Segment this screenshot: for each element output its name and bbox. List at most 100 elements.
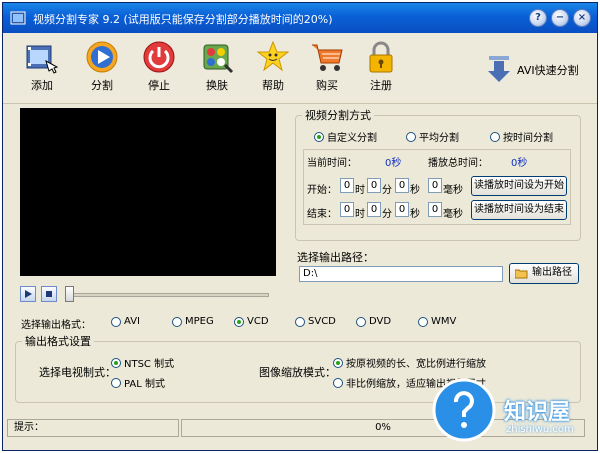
end-minute-input[interactable]: 0 xyxy=(367,202,381,217)
radio-tv-ntsc[interactable]: NTSC 制式 xyxy=(111,355,174,370)
seek-track[interactable] xyxy=(67,293,269,297)
skin-button[interactable]: 换肤 xyxy=(192,39,242,99)
shopping-cart-icon xyxy=(312,44,343,71)
end-ms-input[interactable]: 0 xyxy=(428,202,442,217)
help-window-button[interactable]: ? xyxy=(529,9,547,27)
total-time-label: 播放总时间： xyxy=(428,158,488,169)
help-label: 帮助 xyxy=(262,79,284,92)
radio-format-avi-dot xyxy=(111,316,121,327)
close-button[interactable]: × xyxy=(573,9,591,27)
start-second-input[interactable]: 0 xyxy=(395,178,409,193)
radio-format-wmv-dot xyxy=(418,316,428,327)
start-minute-unit: 分 xyxy=(382,185,392,196)
scale-mode-label: 图像缩放模式： xyxy=(259,366,336,379)
radio-format-vcd[interactable]: VCD xyxy=(234,316,269,327)
radio-time-split-dot xyxy=(490,131,500,142)
radio-format-wmv-label: WMV xyxy=(431,316,457,327)
play-small-icon xyxy=(25,290,32,298)
end-minute-unit: 分 xyxy=(382,209,392,220)
power-icon xyxy=(143,41,175,73)
film-add-icon xyxy=(26,45,59,74)
hint-label: 提示： xyxy=(14,422,44,433)
radio-format-mpeg-dot xyxy=(172,316,182,327)
radio-average-split[interactable]: 平均分割 xyxy=(406,129,459,144)
set-start-button[interactable]: 读播放时间设为开始 xyxy=(471,176,567,196)
download-arrow-icon xyxy=(488,56,510,82)
folder-icon xyxy=(515,269,528,279)
end-label: 结束： xyxy=(307,209,337,220)
radio-format-vcd-dot xyxy=(234,316,244,327)
radio-tv-pal-label: PAL 制式 xyxy=(124,379,165,390)
radio-average-split-dot xyxy=(406,131,416,142)
start-label: 开始： xyxy=(307,185,337,196)
radio-tv-pal-dot xyxy=(111,377,121,388)
add-button[interactable]: 添加 xyxy=(17,39,67,99)
radio-format-svcd-label: SVCD xyxy=(308,316,336,327)
radio-format-avi-label: AVI xyxy=(124,316,140,327)
progress-value: 0% xyxy=(375,422,391,433)
radio-format-wmv[interactable]: WMV xyxy=(418,316,456,327)
radio-scale-stretch-dot xyxy=(333,377,343,388)
radio-format-vcd-label: VCD xyxy=(247,316,269,327)
radio-format-svcd-dot xyxy=(295,316,305,327)
start-minute-input[interactable]: 0 xyxy=(367,178,381,193)
radio-format-svcd[interactable]: SVCD xyxy=(295,316,336,327)
start-hour-input[interactable]: 0 xyxy=(340,178,354,193)
output-path-button[interactable]: 输出路径 xyxy=(509,263,579,284)
avi-quick-split-label: AVI快速分割 xyxy=(517,64,579,77)
window-title: 视频分割专家 9.2 (试用版只能保存分割部分播放时间的20%) xyxy=(33,13,333,26)
app-icon xyxy=(10,11,26,25)
buy-button[interactable]: 购买 xyxy=(302,39,352,99)
radio-custom-split-label: 自定义分割 xyxy=(327,133,377,144)
radio-format-avi[interactable]: AVI xyxy=(111,316,140,327)
radio-format-dvd-dot xyxy=(356,316,366,327)
minimize-button[interactable]: − xyxy=(551,9,569,27)
skin-label: 换肤 xyxy=(206,79,228,92)
radio-time-split-label: 按时间分割 xyxy=(503,133,553,144)
radio-custom-split[interactable]: 自定义分割 xyxy=(314,129,377,144)
start-ms-unit: 毫秒 xyxy=(443,185,463,196)
stop-button[interactable]: 停止 xyxy=(134,39,184,99)
watermark-brand: 知识屋 xyxy=(504,400,571,425)
seek-thumb[interactable] xyxy=(65,286,74,302)
radio-custom-split-dot xyxy=(314,131,324,142)
title-bar: 视频分割专家 9.2 (试用版只能保存分割部分播放时间的20%) ? − × xyxy=(3,3,597,33)
end-second-unit: 秒 xyxy=(410,209,420,220)
set-end-button[interactable]: 读播放时间设为结束 xyxy=(471,200,567,220)
stop-label: 停止 xyxy=(148,79,170,92)
register-label: 注册 xyxy=(370,79,392,92)
start-ms-input[interactable]: 0 xyxy=(428,178,442,193)
play-button[interactable] xyxy=(20,286,36,302)
radio-format-dvd-label: DVD xyxy=(369,316,392,327)
help-button[interactable]: 帮助 xyxy=(248,39,298,99)
radio-format-mpeg-label: MPEG xyxy=(185,316,214,327)
start-hour-unit: 时 xyxy=(355,185,365,196)
star-icon xyxy=(256,40,290,72)
lock-icon xyxy=(369,41,393,73)
video-preview xyxy=(20,108,276,276)
stop-playback-button[interactable] xyxy=(41,286,57,302)
output-path-input[interactable]: D:\ xyxy=(299,266,503,282)
start-second-unit: 秒 xyxy=(410,185,420,196)
radio-tv-ntsc-label: NTSC 制式 xyxy=(124,359,175,370)
end-hour-unit: 时 xyxy=(355,209,365,220)
hint-panel: 提示： xyxy=(7,419,179,437)
end-ms-unit: 毫秒 xyxy=(443,209,463,220)
toolbar: 添加 分割 停止 换肤 帮助 购买 注册 AVI快速分割 xyxy=(3,33,597,104)
register-button[interactable]: 注册 xyxy=(356,39,406,99)
radio-tv-ntsc-dot xyxy=(111,357,121,368)
radio-format-mpeg[interactable]: MPEG xyxy=(172,316,214,327)
avi-quick-split-button[interactable]: AVI快速分割 xyxy=(483,53,593,85)
total-time-value: 0秒 xyxy=(511,158,528,169)
split-mode-legend: 视频分割方式 xyxy=(305,109,371,122)
radio-format-dvd[interactable]: DVD xyxy=(356,316,391,327)
watermark-domain: zhishiwu.com xyxy=(506,424,574,435)
current-time-value: 0秒 xyxy=(385,158,402,169)
end-second-input[interactable]: 0 xyxy=(395,202,409,217)
radio-time-split[interactable]: 按时间分割 xyxy=(490,129,553,144)
split-button[interactable]: 分割 xyxy=(77,39,127,99)
output-path-button-label: 输出路径 xyxy=(532,267,572,278)
end-hour-input[interactable]: 0 xyxy=(340,202,354,217)
output-path-label: 选择输出路径： xyxy=(297,251,374,264)
radio-tv-pal[interactable]: PAL 制式 xyxy=(111,375,165,390)
